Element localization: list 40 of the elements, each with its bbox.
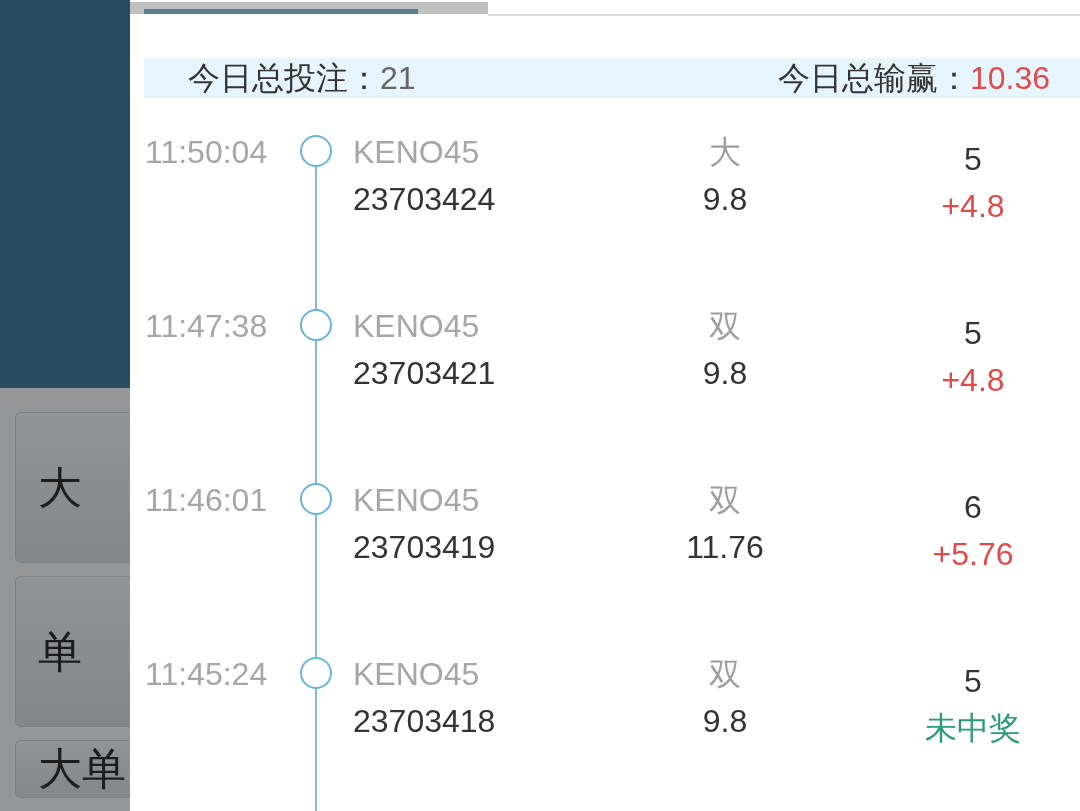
issue-number: 23703424	[353, 182, 496, 216]
timeline-node-icon	[300, 483, 332, 515]
total-net-label: 今日总输赢：	[777, 59, 970, 98]
payout-amount: 9.8	[702, 704, 748, 738]
game-name: KENO45	[353, 135, 480, 169]
result-text: +4.8	[941, 363, 1005, 397]
game-name: KENO45	[353, 483, 480, 517]
payout-amount: 9.8	[702, 356, 748, 390]
stake-amount: 5	[964, 664, 982, 698]
record-time: 11:47:38	[145, 308, 268, 344]
scrollbar-thumb[interactable]	[144, 9, 418, 14]
result-text: 未中奖	[925, 711, 1021, 745]
result-text: +5.76	[932, 537, 1014, 571]
record-time: 11:50:04	[145, 134, 268, 170]
record-time: 11:46:01	[145, 482, 268, 518]
total-bets-label: 今日总投注：	[188, 59, 380, 98]
payout-amount: 11.76	[686, 530, 764, 564]
stake-amount: 5	[964, 316, 982, 350]
timeline-node-icon	[300, 309, 332, 341]
stake-amount: 5	[964, 142, 982, 176]
total-net-value: 10.36	[969, 59, 1050, 98]
payout-amount: 9.8	[702, 182, 748, 216]
bet-option-button[interactable]: 单	[15, 576, 130, 727]
record-time: 11:45:24	[145, 656, 268, 692]
bet-pick: 大	[709, 135, 741, 169]
issue-number: 23703421	[353, 356, 496, 390]
result-text: +4.8	[941, 189, 1005, 223]
timeline-node-icon	[300, 135, 332, 167]
timeline-node-icon	[300, 657, 332, 689]
bet-option-button[interactable]: 大	[15, 412, 130, 563]
bet-pick: 双	[709, 309, 741, 343]
bet-pick: 双	[709, 483, 741, 517]
game-name: KENO45	[353, 309, 480, 343]
total-bets-value: 21	[380, 59, 416, 98]
bet-pick: 双	[709, 657, 741, 691]
issue-number: 23703418	[353, 704, 496, 738]
game-name: KENO45	[353, 657, 480, 691]
bet-option-button[interactable]: 大单	[15, 740, 130, 798]
issue-number: 23703419	[353, 530, 496, 564]
stake-amount: 6	[964, 490, 982, 524]
